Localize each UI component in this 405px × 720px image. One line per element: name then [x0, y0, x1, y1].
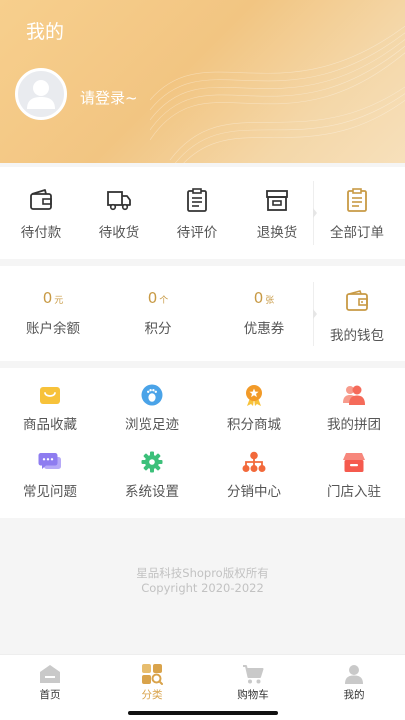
tab-profile[interactable]: 我的 — [324, 663, 384, 702]
all-orders-label: 全部订单 — [330, 225, 384, 241]
tab-home[interactable]: 首页 — [20, 663, 80, 702]
tool-faq-label: 常见问题 — [23, 484, 77, 500]
points-value: 0 — [147, 289, 158, 307]
tool-footprint[interactable]: 浏览足迹 — [114, 384, 190, 433]
distribution-icon — [242, 451, 266, 472]
my-wallet-label: 我的钱包 — [330, 328, 384, 344]
all-orders-button[interactable]: 全部订单 — [325, 187, 389, 241]
tool-distribution[interactable]: 分销中心 — [216, 451, 292, 500]
tool-points-mall-label: 积分商城 — [227, 417, 281, 433]
tab-profile-label: 我的 — [343, 689, 365, 701]
balance-label: 账户余额 — [26, 321, 80, 337]
tool-store-entry[interactable]: 门店入驻 — [316, 451, 392, 500]
points-unit: 个 — [159, 296, 169, 306]
tab-cart-label: 购物车 — [237, 689, 269, 701]
order-list-icon — [347, 188, 367, 212]
order-pending-review[interactable]: 待评价 — [166, 187, 228, 241]
coupons-label: 优惠券 — [243, 321, 285, 337]
store-icon — [343, 453, 365, 472]
account-balance[interactable]: 0元 账户余额 — [18, 288, 88, 337]
wallet-section: 0元 账户余额 0个 积分 0张 优惠券 我的钱包 — [0, 266, 405, 361]
wallet-icon — [346, 290, 368, 311]
order-divider — [313, 181, 317, 245]
clipboard-icon — [187, 188, 207, 212]
copyright: 星品科技Shopro版权所有 Copyright 2020-2022 — [0, 566, 405, 596]
balance-unit: 元 — [54, 296, 64, 306]
order-pending-receipt-label: 待收货 — [98, 225, 140, 241]
coupons[interactable]: 0张 优惠券 — [229, 288, 299, 337]
tab-category[interactable]: 分类 — [122, 663, 182, 702]
login-link[interactable]: 请登录~ — [80, 87, 138, 108]
tool-footprint-label: 浏览足迹 — [125, 417, 179, 433]
tool-points-mall[interactable]: 积分商城 — [216, 384, 292, 433]
tools-grid: 商品收藏 浏览足迹 积分商城 我的拼团 常见问题 系统设置 分销中心 门店入驻 — [0, 368, 405, 518]
order-pending-payment-label: 待付款 — [20, 225, 62, 241]
copyright-line-1: 星品科技Shopro版权所有 — [136, 566, 269, 580]
tab-home-label: 首页 — [39, 689, 61, 701]
points-label: 积分 — [144, 321, 172, 337]
order-return-exchange-label: 退换货 — [256, 225, 298, 241]
copyright-line-2: Copyright 2020-2022 — [141, 581, 264, 595]
favorites-icon — [40, 387, 60, 404]
home-icon — [40, 665, 60, 683]
tool-distribution-label: 分销中心 — [227, 484, 281, 500]
footprint-icon — [141, 384, 163, 406]
order-section: 待付款 待收货 待评价 退换货 全部订单 — [0, 167, 405, 259]
tool-faq[interactable]: 常见问题 — [12, 451, 88, 500]
tab-cart[interactable]: 购物车 — [223, 663, 283, 702]
default-avatar-icon — [27, 80, 55, 109]
cart-icon — [243, 665, 264, 684]
tool-group-buy-label: 我的拼团 — [327, 417, 381, 433]
order-pending-receipt[interactable]: 待收货 — [88, 187, 150, 241]
decorative-wave — [150, 25, 405, 163]
order-return-exchange[interactable]: 退换货 — [246, 187, 308, 241]
group-icon — [343, 385, 365, 405]
tool-store-entry-label: 门店入驻 — [327, 484, 381, 500]
profile-icon — [345, 665, 363, 684]
home-indicator — [128, 711, 278, 715]
wallet-divider — [313, 282, 317, 346]
order-pending-payment[interactable]: 待付款 — [10, 187, 72, 241]
balance-value: 0 — [42, 289, 53, 307]
profile-header: 我的 请登录~ — [0, 0, 405, 163]
order-pending-review-label: 待评价 — [176, 225, 218, 241]
points[interactable]: 0个 积分 — [123, 288, 193, 337]
chat-icon — [38, 453, 61, 469]
category-icon — [142, 664, 163, 685]
tool-settings-label: 系统设置 — [125, 484, 179, 500]
medal-icon — [246, 385, 262, 406]
tool-settings[interactable]: 系统设置 — [114, 451, 190, 500]
tool-group-buy[interactable]: 我的拼团 — [316, 384, 392, 433]
tool-favorites-label: 商品收藏 — [23, 417, 77, 433]
tab-category-label: 分类 — [141, 689, 163, 701]
my-wallet-button[interactable]: 我的钱包 — [325, 288, 389, 344]
page-title: 我的 — [26, 21, 65, 43]
truck-icon — [107, 191, 131, 211]
coupons-value: 0 — [253, 289, 264, 307]
return-box-icon — [266, 190, 288, 211]
settings-icon — [141, 451, 163, 473]
wallet-icon — [30, 189, 52, 210]
tool-favorites[interactable]: 商品收藏 — [12, 384, 88, 433]
avatar[interactable] — [15, 68, 67, 120]
coupons-unit: 张 — [265, 296, 275, 306]
